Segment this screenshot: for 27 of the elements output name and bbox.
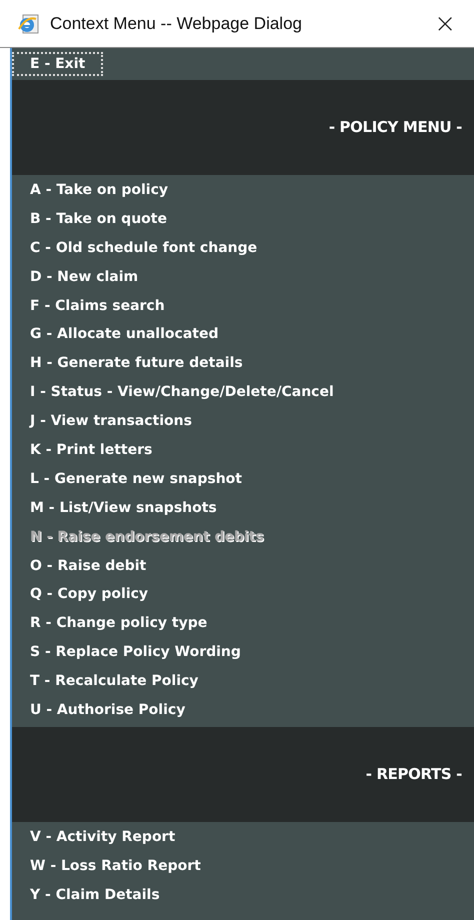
menu-item[interactable]: B - Take on quote xyxy=(30,208,167,230)
menu-item[interactable]: M - List/View snapshots xyxy=(30,498,217,519)
menu-item[interactable]: U - Authorise Policy xyxy=(30,700,186,721)
window-title: Context Menu -- Webpage Dialog xyxy=(50,12,303,35)
menu-item[interactable]: J - View transactions xyxy=(30,411,192,432)
menu-item[interactable]: F - Claims search xyxy=(30,296,165,316)
menu-item[interactable]: T - Recalculate Policy xyxy=(30,671,198,692)
menu-item[interactable]: G - Allocate unallocated xyxy=(30,324,218,346)
browser-icon xyxy=(18,12,40,34)
menu-item[interactable]: Y - Claim Details xyxy=(30,884,160,906)
menu-item[interactable]: R - Change policy type xyxy=(30,613,208,634)
menu-item[interactable]: A - Take on policy xyxy=(30,180,168,201)
menu-item[interactable]: I - Status - View/Change/Delete/Cancel xyxy=(30,382,334,404)
menu-item[interactable]: H - Generate future details xyxy=(30,353,243,374)
menu-item[interactable]: Q - Copy policy xyxy=(30,584,148,606)
menu-item[interactable]: K - Print letters xyxy=(30,440,152,461)
close-button[interactable]: × xyxy=(430,10,460,36)
menu-item[interactable]: V - Activity Report xyxy=(30,826,176,848)
menu-item[interactable]: S - Replace Policy Wording xyxy=(30,642,241,664)
exit-link[interactable]: E - Exit xyxy=(14,54,102,74)
menu-item[interactable]: L - Generate new snapshot xyxy=(30,468,242,490)
section-header: - REPORTS - xyxy=(12,726,474,822)
menu-item[interactable]: D - New claim xyxy=(30,266,138,288)
menu-item[interactable]: C - Old schedule font change xyxy=(30,238,258,259)
section-header: - POLICY MENU - xyxy=(12,80,474,175)
menu-item[interactable]: W - Loss Ratio Report xyxy=(30,856,201,877)
menu-item[interactable]: O - Raise debit xyxy=(30,556,146,577)
